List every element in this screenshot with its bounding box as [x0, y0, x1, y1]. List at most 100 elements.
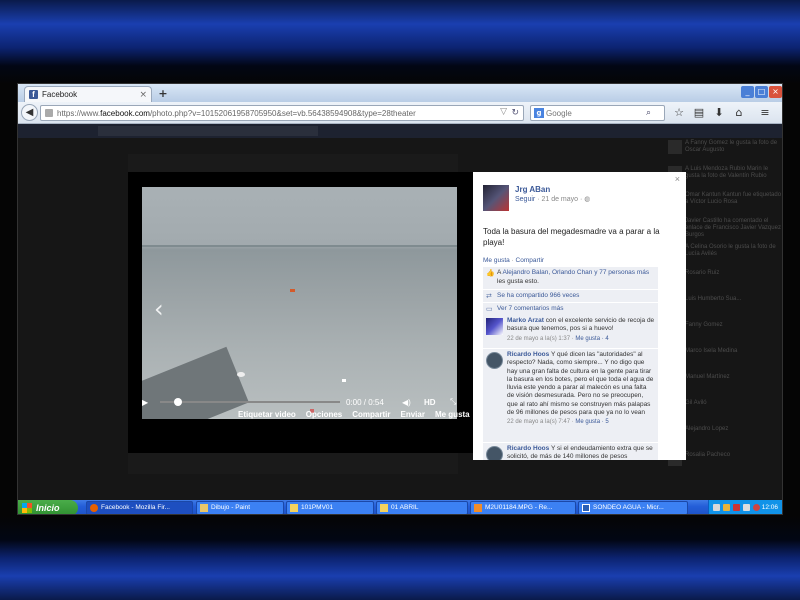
taskbar-item-firefox[interactable]: Facebook - Mozilla Fir... — [86, 501, 193, 514]
google-engine-icon[interactable]: g — [534, 108, 544, 118]
comment-like-link[interactable]: Me gusta — [575, 419, 600, 425]
comment: Ricardo Hoos Y qué dicen las "autoridade… — [483, 349, 658, 442]
post-share-link[interactable]: Compartir — [516, 257, 545, 264]
bookmarks-list-icon[interactable]: ▤ — [692, 106, 706, 120]
window-close-button[interactable]: × — [769, 86, 782, 98]
media-player-icon — [474, 504, 482, 512]
clock[interactable]: 12:06 — [762, 500, 778, 514]
maximize-button[interactable]: □ — [755, 86, 768, 98]
tag-video-link[interactable]: Etiquetar video — [238, 410, 296, 422]
taskbar-item-paint[interactable]: Dibujo - Paint — [196, 501, 284, 514]
url-dropdown-icon[interactable]: ▽ — [500, 107, 507, 117]
close-icon[interactable]: × — [675, 174, 680, 184]
new-tab-button[interactable]: + — [156, 87, 170, 100]
likers-link[interactable]: Alejandro Balan, Orlando Chan y 77 perso… — [502, 269, 649, 276]
bookmark-star-icon[interactable]: ☆ — [672, 106, 686, 120]
system-tray: 12:06 — [708, 500, 782, 514]
shares-link[interactable]: Se ha compartido 966 veces — [497, 292, 579, 299]
taskbar-item-word[interactable]: SONDEO AGUA - Micr... — [578, 501, 688, 514]
like-link[interactable]: Me gusta — [435, 410, 470, 422]
taskbar-item-folder-01-abril[interactable]: 01 ABRIL — [376, 501, 468, 514]
comment-like-count[interactable]: · 5 — [602, 419, 609, 425]
taskbar-item-media[interactable]: M2U01184.MPG - Re... — [470, 501, 576, 514]
browser-tab-bar: f Facebook × + _ □ × — [18, 84, 782, 102]
poster-subline: Seguir · 21 de mayo · ◍ — [515, 195, 590, 203]
downloads-icon[interactable]: ⬇ — [712, 106, 726, 120]
comment-author[interactable]: Ricardo Hoos — [507, 445, 549, 452]
comment: Marko Arzat con el excelente servicio de… — [483, 315, 658, 348]
url-bar[interactable]: https://www.facebook.com/photo.php?v=101… — [40, 105, 524, 121]
volume-icon[interactable]: ◀) — [402, 398, 418, 407]
home-icon[interactable]: ⌂ — [732, 106, 746, 120]
previous-arrow-icon[interactable]: ‹ — [154, 295, 164, 323]
video-pier — [142, 346, 249, 419]
site-identity-icon[interactable] — [45, 109, 53, 117]
reload-icon[interactable]: ↻ — [511, 108, 519, 118]
more-comments: ▭ Ver 7 comentarios más — [483, 303, 658, 315]
avatar[interactable] — [486, 318, 503, 335]
comment-author[interactable]: Ricardo Hoos — [507, 351, 549, 358]
tab-facebook[interactable]: f Facebook × — [24, 86, 152, 102]
minimize-button[interactable]: _ — [741, 86, 754, 98]
menu-icon[interactable]: ≡ — [758, 106, 772, 120]
video-player[interactable]: ‹ › — [142, 187, 457, 419]
alert-icon[interactable] — [733, 504, 740, 511]
comment-like-count[interactable]: · 4 — [602, 336, 609, 342]
comment-text: Y qué dicen las "autoridades" al respect… — [507, 351, 654, 417]
ticker-item: A Fanny Gomez le gusta la foto de Oscar … — [668, 138, 782, 164]
antivirus-icon[interactable] — [753, 504, 760, 511]
windows-taskbar: Inicio Facebook - Mozilla Fir... Dibujo … — [18, 500, 782, 514]
monitor-screen: f Facebook × + _ □ × ◀ https://www.faceb… — [17, 83, 783, 515]
thumbs-up-icon: 👍 — [486, 270, 495, 277]
security-icon[interactable] — [723, 504, 730, 511]
browser-nav-bar: ◀ https://www.facebook.com/photo.php?v=1… — [18, 102, 782, 124]
comment-author[interactable]: Marko Arzat — [507, 317, 544, 324]
volume-tray-icon[interactable] — [743, 504, 750, 511]
hd-toggle[interactable]: HD — [424, 398, 446, 407]
facebook-topbar — [18, 124, 782, 138]
view-more-comments-link[interactable]: Ver 7 comentarios más — [497, 305, 563, 312]
avatar[interactable] — [486, 446, 503, 460]
send-link[interactable]: Enviar — [400, 410, 424, 422]
search-icon[interactable]: ⌕ — [646, 108, 651, 118]
url-text: https://www.facebook.com/photo.php?v=101… — [57, 108, 416, 118]
follow-link[interactable]: Seguir — [515, 196, 535, 203]
word-icon — [582, 504, 590, 512]
likes-summary: 👍 A Alejandro Balan, Orlando Chan y 77 p… — [483, 267, 658, 289]
options-link[interactable]: Opciones — [306, 410, 342, 422]
network-icon[interactable] — [713, 504, 720, 511]
search-bar[interactable]: g ⌕ — [530, 105, 665, 121]
comment: Ricardo Hoos Y si el endeudamiento extra… — [483, 443, 658, 460]
facebook-favicon-icon: f — [29, 90, 38, 99]
tab-close-icon[interactable]: × — [139, 90, 147, 100]
search-input[interactable] — [546, 108, 646, 118]
folder-icon — [380, 504, 388, 512]
comment-meta: 22 de mayo a la(s) 7:47 · Me gusta · 5 — [507, 419, 609, 426]
back-button[interactable]: ◀ — [21, 104, 38, 121]
avatar[interactable] — [486, 352, 503, 369]
taskbar-item-folder-101pmv01[interactable]: 101PMV01 — [286, 501, 374, 514]
avatar[interactable] — [483, 185, 509, 211]
facebook-search-dim — [98, 126, 318, 136]
video-time: 0:00 / 0:54 — [346, 397, 384, 407]
post-like-link[interactable]: Me gusta — [483, 257, 510, 264]
video-progress-handle[interactable] — [174, 398, 182, 406]
windows-logo-icon — [22, 503, 32, 513]
comment-like-link[interactable]: Me gusta — [575, 336, 600, 342]
paint-icon — [200, 504, 208, 512]
video-progress-bar[interactable] — [160, 398, 340, 406]
video-debris — [237, 372, 245, 377]
start-button[interactable]: Inicio — [18, 500, 78, 514]
shares-summary: ⇄ Se ha compartido 966 veces — [483, 290, 658, 302]
video-debris — [342, 379, 346, 382]
folder-icon — [290, 504, 298, 512]
post-links: Me gusta · Compartir — [483, 257, 545, 264]
firefox-icon — [90, 504, 98, 512]
poster-name[interactable]: Jrg ABan — [515, 185, 550, 194]
play-icon[interactable]: ▶ — [142, 398, 152, 407]
video-controls: ▶ 0:00 / 0:54 ◀) HD ⤡ — [142, 396, 472, 408]
fullscreen-icon[interactable]: ⤡ — [450, 397, 460, 407]
tab-title: Facebook — [42, 90, 78, 99]
post-text: Toda la basura del megadesmadre va a par… — [483, 227, 660, 247]
share-link[interactable]: Compartir — [352, 410, 390, 422]
